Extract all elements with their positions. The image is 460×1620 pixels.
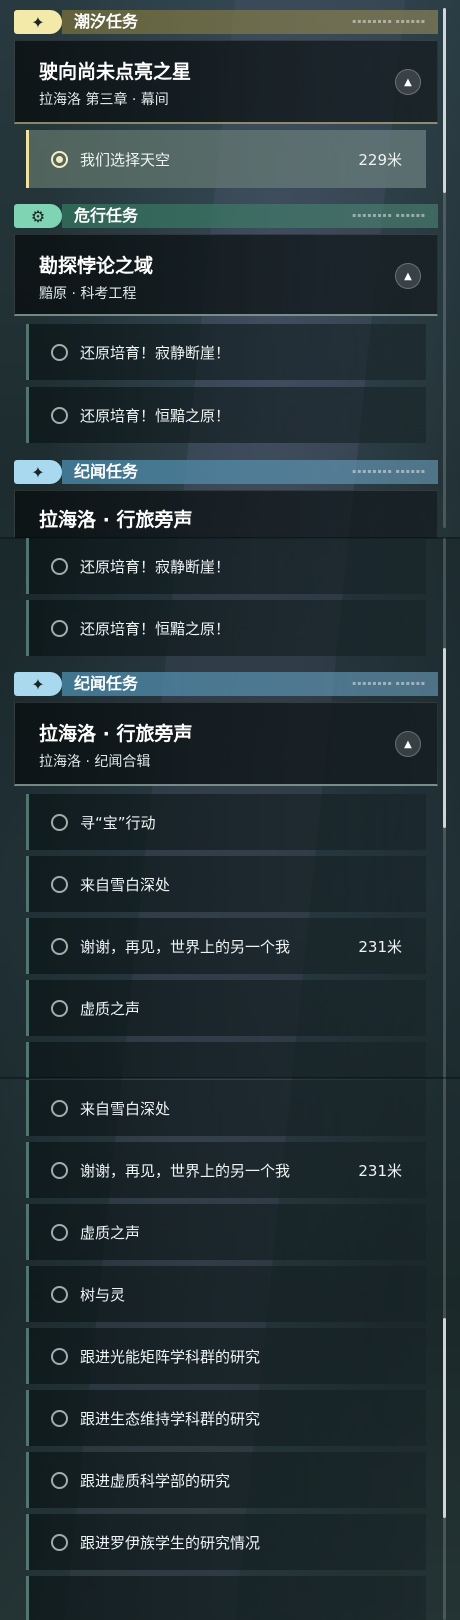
scrollbar-thumb[interactable]	[443, 1318, 446, 1518]
objective-item[interactable]: 还原培育！恒黯之原！	[26, 600, 426, 656]
category-header-tide[interactable]: ✦ 潮汐任务 ▪▪▪▪▪▪▪▪ ▪▪▪▪▪▪	[14, 10, 438, 34]
objective-label: 我们选择天空	[80, 150, 171, 169]
objective-item[interactable]: 还原培育！寂静断崖！	[26, 538, 426, 594]
objective-item[interactable]: 谢谢，再见，世界上的另一个我 231米	[26, 918, 426, 974]
objective-item[interactable]: 还原培育！恒黯之原！	[26, 387, 426, 443]
objective-item[interactable]: 来自雪白深处	[26, 856, 426, 912]
objective-item[interactable]: 跟进虚质科学部的研究	[26, 1452, 426, 1508]
quest-list-panel-2: 还原培育！寂静断崖！ 还原培育！恒黯之原！ ✦ 纪闻任务 ▪▪▪▪▪▪▪▪ ▪▪…	[0, 538, 460, 1078]
objective-item-partial[interactable]	[26, 1576, 426, 1620]
quest-list-panel-3: 来自雪白深处 谢谢，再见，世界上的另一个我 231米 虚质之声 树与灵 跟进光能…	[0, 1078, 460, 1620]
radio-icon	[51, 1161, 68, 1179]
objective-label: 跟进光能矩阵学科群的研究	[80, 1347, 261, 1366]
decorative-text: ▪▪▪▪▪▪▪▪ ▪▪▪▪▪▪	[352, 18, 426, 25]
objective-label: 谢谢，再见，世界上的另一个我	[80, 1161, 291, 1180]
decorative-text: ▪▪▪▪▪▪▪▪ ▪▪▪▪▪▪	[352, 468, 426, 475]
objective-distance: 231米	[358, 1161, 402, 1180]
objective-label: 树与灵	[80, 1285, 126, 1304]
radio-icon	[51, 343, 68, 361]
collapse-button[interactable]: ▲	[395, 69, 421, 95]
quest-subtitle: 拉海洛 · 纪闻合辑	[39, 754, 151, 770]
chevron-up-icon: ▲	[404, 738, 412, 750]
category-header-danger[interactable]: ⚙ 危行任务 ▪▪▪▪▪▪▪▪ ▪▪▪▪▪▪	[14, 204, 438, 228]
quest-subtitle: 拉海洛 第三章 · 幕间	[39, 92, 169, 108]
quest-title: 驶向尚未点亮之星	[39, 61, 192, 83]
objective-label: 还原培育！恒黯之原！	[80, 619, 231, 638]
scrollbar-thumb[interactable]	[443, 8, 446, 193]
scrollbar[interactable]	[443, 538, 446, 1078]
objective-item[interactable]: 跟进罗伊族学生的研究情况	[26, 1514, 426, 1570]
quest-card-lore-partial[interactable]: 拉海洛 · 行旅旁声	[14, 490, 438, 538]
objective-item[interactable]: 树与灵	[26, 1266, 426, 1322]
objective-item[interactable]: 来自雪白深处	[26, 1080, 426, 1136]
radio-icon	[51, 1533, 68, 1551]
objective-distance: 229米	[358, 150, 402, 169]
objective-label: 还原培育！寂静断崖！	[80, 557, 231, 576]
collapse-button[interactable]: ▲	[395, 263, 421, 289]
radio-icon	[51, 813, 68, 831]
chevron-up-icon: ▲	[404, 270, 412, 282]
scrollbar[interactable]	[443, 1078, 446, 1620]
objective-item-active[interactable]: 我们选择天空 229米	[26, 130, 426, 188]
objective-distance: 231米	[358, 937, 402, 956]
objective-label: 寻“宝”行动	[80, 813, 156, 832]
objective-item[interactable]: 跟进生态维持学科群的研究	[26, 1390, 426, 1446]
radio-icon	[51, 406, 68, 424]
objective-label: 来自雪白深处	[80, 1099, 171, 1118]
objective-item[interactable]: 寻“宝”行动	[26, 794, 426, 850]
quest-list-panel-1: ✦ 潮汐任务 ▪▪▪▪▪▪▪▪ ▪▪▪▪▪▪ 驶向尚未点亮之星 拉海洛 第三章 …	[0, 0, 460, 538]
objective-item[interactable]: 虚质之声	[26, 1204, 426, 1260]
decorative-text: ▪▪▪▪▪▪▪▪ ▪▪▪▪▪▪	[352, 680, 426, 687]
objective-item[interactable]: 还原培育！寂静断崖！	[26, 324, 426, 380]
category-header-lore[interactable]: ✦ 纪闻任务 ▪▪▪▪▪▪▪▪ ▪▪▪▪▪▪	[14, 672, 438, 696]
objective-label: 虚质之声	[80, 999, 141, 1018]
decorative-text: ▪▪▪▪▪▪▪▪ ▪▪▪▪▪▪	[352, 212, 426, 219]
quest-title: 拉海洛 · 行旅旁声	[39, 509, 193, 531]
four-point-star-icon: ✦	[14, 672, 62, 696]
objective-label: 跟进生态维持学科群的研究	[80, 1409, 261, 1428]
quest-card-danger[interactable]: 勘探悖论之域 黯原 · 科考工程 ▲	[14, 234, 438, 316]
quest-title: 勘探悖论之域	[39, 255, 154, 277]
objective-label: 跟进罗伊族学生的研究情况	[80, 1533, 261, 1552]
radio-icon	[51, 557, 68, 575]
radio-icon	[51, 1099, 68, 1117]
objective-item-partial[interactable]	[26, 1042, 426, 1078]
radio-selected-icon	[51, 150, 68, 168]
objective-label: 来自雪白深处	[80, 875, 171, 894]
collapse-button[interactable]: ▲	[395, 731, 421, 757]
scrollbar-thumb[interactable]	[443, 648, 446, 828]
scrollbar[interactable]	[443, 8, 446, 528]
objective-label: 还原培育！寂静断崖！	[80, 343, 231, 362]
radio-icon	[51, 1347, 68, 1365]
radio-icon	[51, 875, 68, 893]
radio-icon	[51, 999, 68, 1017]
objective-label: 还原培育！恒黯之原！	[80, 406, 231, 425]
gear-eye-icon: ⚙	[14, 204, 62, 228]
objective-item[interactable]: 虚质之声	[26, 980, 426, 1036]
objective-item[interactable]: 谢谢，再见，世界上的另一个我 231米	[26, 1142, 426, 1198]
category-header-lore[interactable]: ✦ 纪闻任务 ▪▪▪▪▪▪▪▪ ▪▪▪▪▪▪	[14, 460, 438, 484]
radio-icon	[51, 937, 68, 955]
quest-card-tide[interactable]: 驶向尚未点亮之星 拉海洛 第三章 · 幕间 ▲	[14, 40, 438, 124]
radio-icon	[51, 1471, 68, 1489]
radio-icon	[51, 1285, 68, 1303]
objective-label: 谢谢，再见，世界上的另一个我	[80, 937, 291, 956]
objective-label: 虚质之声	[80, 1223, 141, 1242]
four-point-star-icon: ✦	[14, 460, 62, 484]
radio-icon	[51, 1409, 68, 1427]
chevron-up-icon: ▲	[404, 76, 412, 88]
quest-subtitle: 黯原 · 科考工程	[39, 286, 137, 302]
radio-icon	[51, 619, 68, 637]
radio-icon	[51, 1223, 68, 1241]
four-point-star-icon: ✦	[14, 10, 62, 34]
objective-label: 跟进虚质科学部的研究	[80, 1471, 231, 1490]
quest-title: 拉海洛 · 行旅旁声	[39, 723, 193, 745]
objective-item[interactable]: 跟进光能矩阵学科群的研究	[26, 1328, 426, 1384]
quest-card-lore[interactable]: 拉海洛 · 行旅旁声 拉海洛 · 纪闻合辑 ▲	[14, 702, 438, 786]
